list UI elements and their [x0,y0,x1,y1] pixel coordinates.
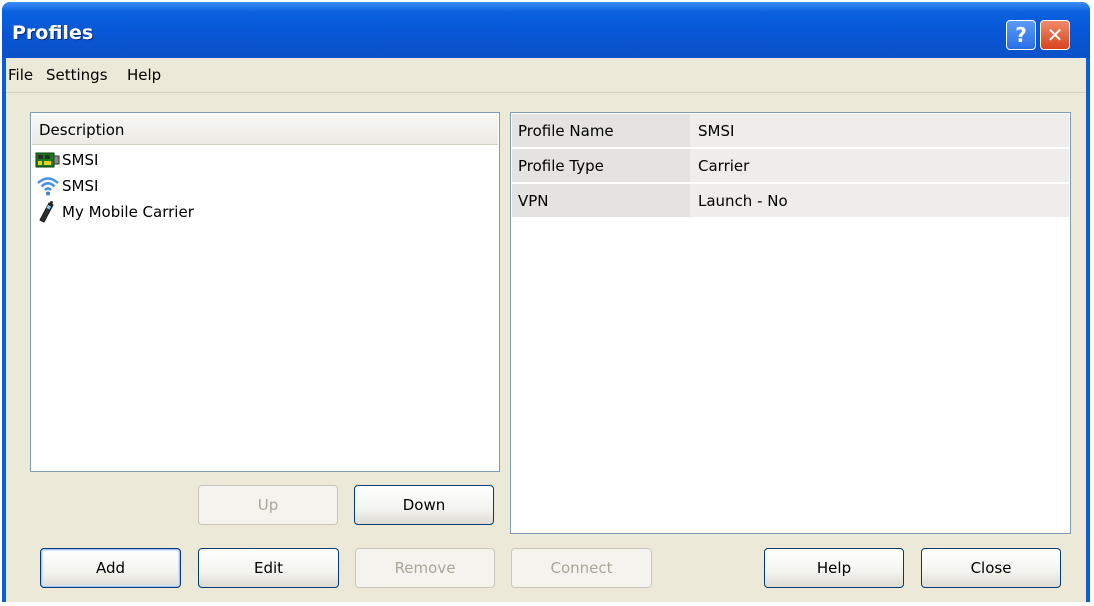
list-item[interactable]: SMSI [35,147,98,173]
property-value: Launch - No [690,184,1069,217]
property-name: Profile Type [512,149,690,182]
menu-bar: File Settings Help [6,58,1086,93]
list-item[interactable]: SMSI [35,173,98,199]
list-header-label: Description [39,121,125,139]
close-titlebar-button[interactable]: ✕ [1040,20,1070,50]
help-button[interactable]: Help [764,548,904,588]
add-button[interactable]: Add [40,548,181,588]
down-button[interactable]: Down [354,485,494,525]
menu-file[interactable]: File [8,66,33,84]
menu-settings[interactable]: Settings [46,66,108,84]
property-row: Profile Type Carrier [512,149,1069,184]
connect-button[interactable]: Connect [511,548,652,588]
list-item-label: SMSI [62,177,99,195]
up-button[interactable]: Up [198,485,338,525]
profiles-window: Profiles ? ✕ File Settings Help Descript… [2,2,1090,602]
profile-list[interactable]: Description SMSI SMSI My Mobile Carrier [30,112,500,472]
close-button[interactable]: Close [921,548,1061,588]
property-name: Profile Name [512,114,690,147]
network-card-icon [35,148,61,172]
remove-button[interactable]: Remove [355,548,495,588]
dialog-client-area: File Settings Help Description SMSI SMSI… [6,58,1086,602]
list-header-description[interactable]: Description [32,114,498,145]
profile-properties-panel: Profile Name SMSI Profile Type Carrier V… [510,112,1071,534]
property-value: Carrier [690,149,1069,182]
mobile-phone-icon [35,200,61,224]
list-item-label: SMSI [62,151,99,169]
property-value: SMSI [690,114,1069,147]
help-titlebar-button[interactable]: ? [1006,20,1036,50]
title-bar[interactable]: Profiles ? ✕ [2,2,1090,58]
wifi-icon [35,174,61,198]
property-row: VPN Launch - No [512,184,1069,219]
menu-help[interactable]: Help [127,66,161,84]
list-item[interactable]: My Mobile Carrier [35,199,194,225]
property-row: Profile Name SMSI [512,114,1069,149]
window-title: Profiles [12,22,94,44]
list-item-label: My Mobile Carrier [62,203,194,221]
property-name: VPN [512,184,690,217]
edit-button[interactable]: Edit [198,548,339,588]
